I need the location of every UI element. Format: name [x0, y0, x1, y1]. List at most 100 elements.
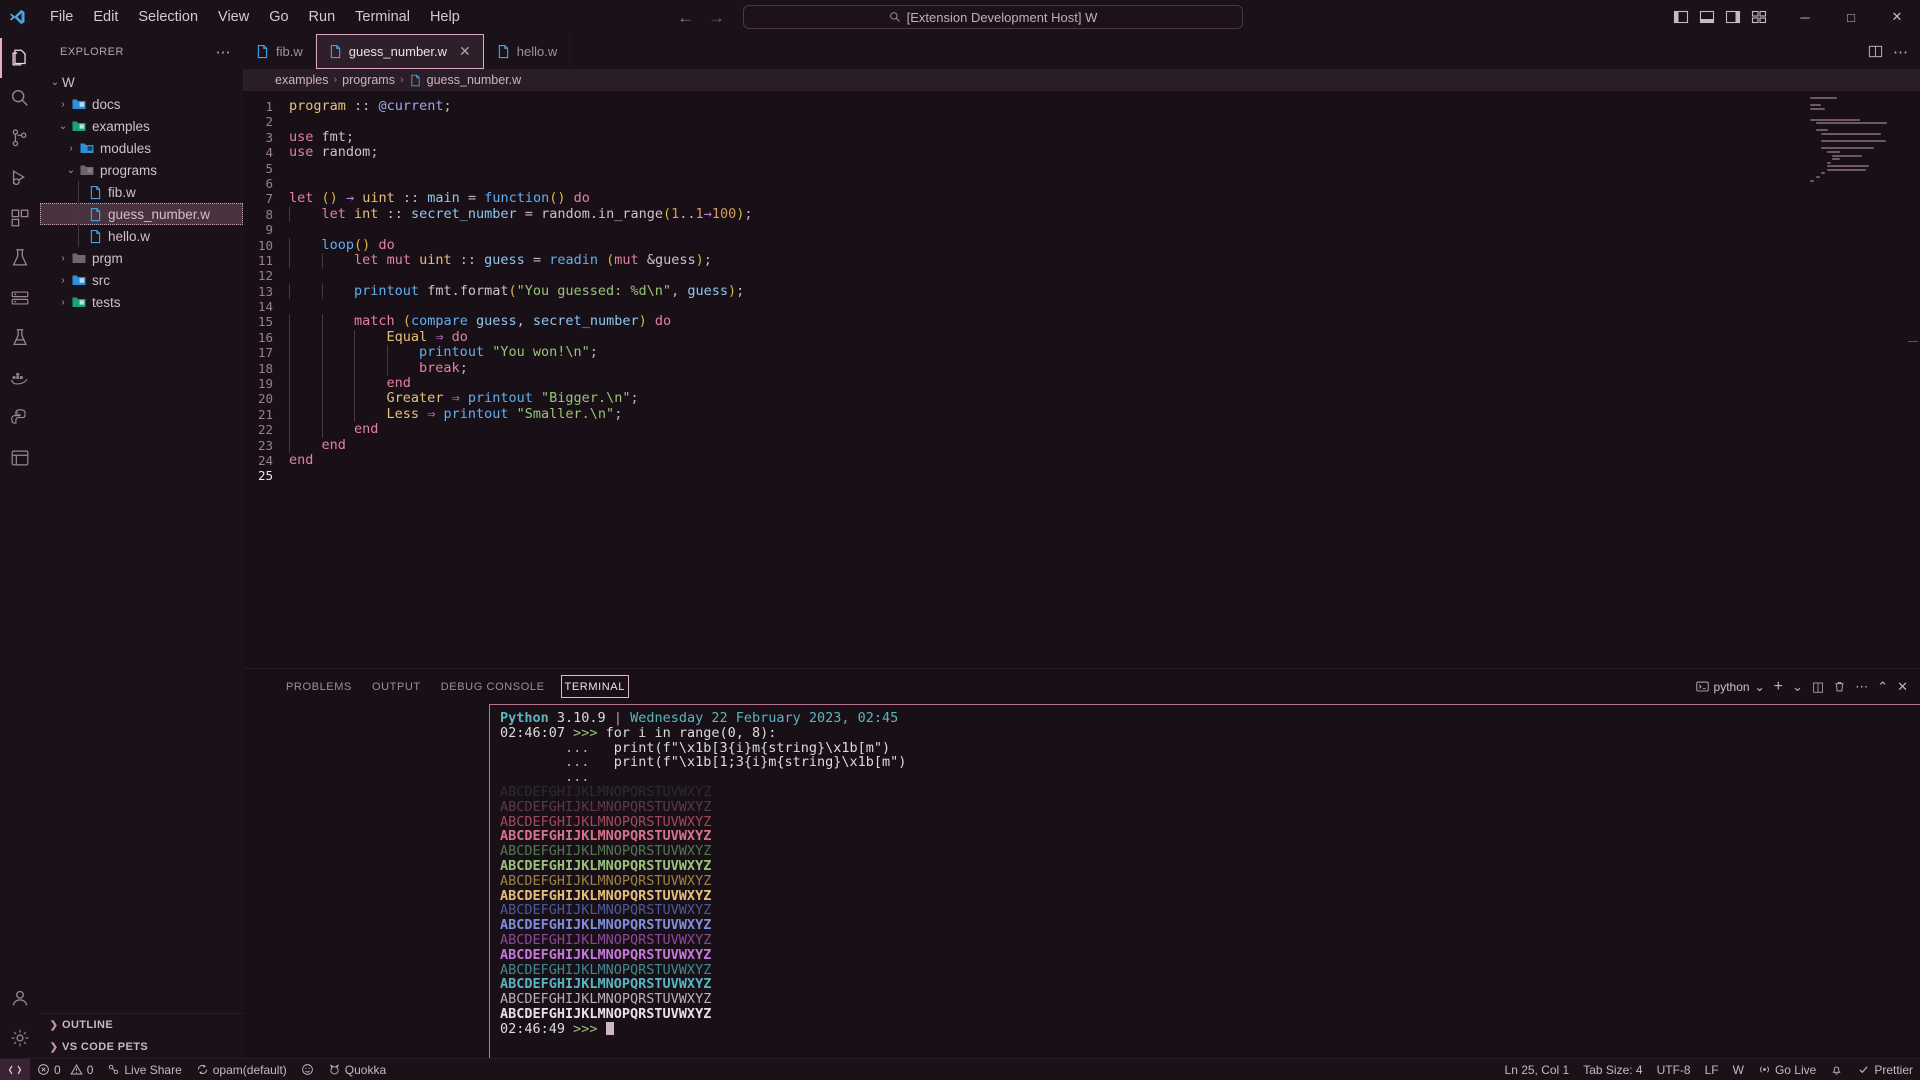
code-line[interactable]: 22 end: [243, 422, 1920, 438]
new-terminal-button[interactable]: +: [1774, 678, 1783, 696]
split-terminal-button[interactable]: ◫: [1812, 679, 1824, 695]
code-line[interactable]: 4 use random;: [243, 144, 1920, 160]
command-center[interactable]: [Extension Development Host] W: [743, 5, 1243, 29]
status-language-mode[interactable]: W: [1726, 1059, 1751, 1080]
minimize-button[interactable]: ─: [1782, 0, 1828, 34]
toggle-secondary-sidebar-icon[interactable]: [1722, 6, 1744, 28]
code-line[interactable]: 18 break;: [243, 360, 1920, 377]
tree-item-src[interactable]: › src: [40, 269, 243, 291]
code-line[interactable]: 19 end: [243, 375, 1920, 392]
panel-more-actions-button[interactable]: ⋯: [1855, 679, 1868, 695]
chevron-down-icon[interactable]: ⌄: [56, 121, 70, 132]
activity-settings[interactable]: [0, 1018, 40, 1058]
tab-debug-console[interactable]: DEBUG CONSOLE: [431, 669, 555, 704]
remote-indicator[interactable]: [0, 1058, 30, 1080]
kill-terminal-button[interactable]: [1833, 680, 1846, 693]
code-line[interactable]: 23 end: [243, 437, 1920, 453]
activity-extensions[interactable]: [0, 198, 40, 238]
code-line[interactable]: 12: [243, 268, 1920, 283]
chevron-right-icon[interactable]: ›: [56, 99, 70, 110]
toggle-primary-sidebar-icon[interactable]: [1670, 6, 1692, 28]
close-icon[interactable]: ✕: [459, 43, 471, 60]
more-actions-icon[interactable]: ⋯: [1893, 43, 1908, 61]
activity-testing[interactable]: [0, 238, 40, 278]
activity-remote-explorer[interactable]: [0, 278, 40, 318]
toggle-panel-icon[interactable]: [1696, 6, 1718, 28]
breadcrumb-item-file[interactable]: guess_number.w: [427, 73, 522, 87]
status-live-share[interactable]: Live Share: [100, 1059, 188, 1080]
tree-item-programs[interactable]: ⌄ programs: [40, 159, 243, 181]
status-opam[interactable]: opam(default): [189, 1059, 294, 1080]
section-vs-code-pets[interactable]: ❯ VS CODE PETS: [40, 1036, 243, 1058]
activity-docker[interactable]: [0, 358, 40, 398]
breadcrumb-item-examples[interactable]: examples: [275, 73, 329, 87]
chevron-right-icon[interactable]: ›: [56, 297, 70, 308]
menu-edit[interactable]: Edit: [83, 5, 128, 29]
tree-item-guess-number-w[interactable]: guess_number.w: [40, 203, 243, 225]
status-smiley[interactable]: [294, 1059, 321, 1080]
status-eol[interactable]: LF: [1698, 1059, 1726, 1080]
editor-tab-hello-w[interactable]: hello.w: [483, 34, 571, 69]
sidebar-more-actions-icon[interactable]: ⋯: [216, 43, 236, 61]
activity-python[interactable]: [0, 398, 40, 438]
tree-item-modules[interactable]: › modules: [40, 137, 243, 159]
code-line[interactable]: 2: [243, 114, 1920, 129]
code-line[interactable]: 10 loop() do: [243, 237, 1920, 253]
chevron-down-icon[interactable]: ⌄: [48, 77, 62, 88]
code-line[interactable]: 14: [243, 299, 1920, 314]
close-button[interactable]: ✕: [1874, 0, 1920, 34]
terminal-shell-selector[interactable]: python ⌄: [1695, 680, 1765, 694]
code-editor[interactable]: 1 program :: @current; 2 3 use fmt; 4 use rand…: [243, 91, 1920, 668]
tree-item-docs[interactable]: › docs: [40, 93, 243, 115]
code-line[interactable]: 17 printout "You won!\n";: [243, 345, 1920, 361]
tab-terminal[interactable]: TERMINAL: [555, 669, 635, 704]
status-encoding[interactable]: UTF-8: [1650, 1059, 1698, 1080]
arrow-right-icon[interactable]: →: [708, 9, 725, 26]
chevron-down-icon[interactable]: ⌄: [1792, 679, 1803, 695]
tree-item-hello-w[interactable]: hello.w: [40, 225, 243, 247]
breadcrumb-item-programs[interactable]: programs: [342, 73, 395, 87]
code-line[interactable]: 16 Equal ⇒ do: [243, 329, 1920, 346]
tab-problems[interactable]: PROBLEMS: [276, 669, 362, 704]
menu-view[interactable]: View: [208, 5, 259, 29]
code-line[interactable]: 8 let int :: secret_number = random.in_r…: [243, 206, 1920, 223]
activity-accounts[interactable]: [0, 978, 40, 1018]
code-line[interactable]: 3 use fmt;: [243, 129, 1920, 145]
minimap[interactable]: [1810, 97, 1906, 182]
chevron-right-icon[interactable]: ›: [64, 143, 78, 154]
code-line[interactable]: 13 printout fmt.format("You guessed: %d\…: [243, 283, 1920, 300]
code-line[interactable]: 1 program :: @current;: [243, 98, 1920, 114]
menu-run[interactable]: Run: [299, 5, 346, 29]
tree-item-prgm[interactable]: › prgm: [40, 247, 243, 269]
status-notifications[interactable]: [1823, 1059, 1850, 1080]
tree-item-examples[interactable]: ⌄ examples: [40, 115, 243, 137]
tree-item-fib-w[interactable]: fib.w: [40, 181, 243, 203]
activity-source-control[interactable]: [0, 118, 40, 158]
arrow-left-icon[interactable]: ←: [677, 9, 694, 26]
chevron-right-icon[interactable]: ›: [56, 253, 70, 264]
activity-search[interactable]: [0, 78, 40, 118]
chevron-down-icon[interactable]: ⌄: [64, 165, 78, 176]
code-line[interactable]: 11 let mut uint :: guess = readin (mut &…: [243, 252, 1920, 269]
section-outline[interactable]: ❯ OUTLINE: [40, 1014, 243, 1036]
status-quokka[interactable]: Quokka: [321, 1059, 393, 1080]
menu-file[interactable]: File: [40, 5, 83, 29]
activity-test-explorer[interactable]: [0, 318, 40, 358]
code-line[interactable]: 15 match (compare guess, secret_number) …: [243, 314, 1920, 330]
activity-project-manager[interactable]: [0, 438, 40, 478]
tree-item-tests[interactable]: › tests: [40, 291, 243, 313]
editor-tab-fib-w[interactable]: fib.w: [243, 34, 316, 69]
code-line[interactable]: 5: [243, 161, 1920, 176]
activity-run-debug[interactable]: [0, 158, 40, 198]
code-line[interactable]: 24 end: [243, 452, 1920, 468]
menu-terminal[interactable]: Terminal: [345, 5, 420, 29]
editor-tab-guess-number-w[interactable]: guess_number.w ✕: [315, 34, 484, 69]
code-line[interactable]: 6: [243, 176, 1920, 191]
menu-help[interactable]: Help: [420, 5, 470, 29]
code-line[interactable]: 21 Less ⇒ printout "Smaller.\n";: [243, 406, 1920, 423]
maximize-button[interactable]: □: [1828, 0, 1874, 34]
chevron-down-icon[interactable]: ⌄: [1755, 680, 1765, 694]
status-tab-size[interactable]: Tab Size: 4: [1576, 1059, 1649, 1080]
menu-go[interactable]: Go: [259, 5, 298, 29]
close-panel-button[interactable]: ✕: [1897, 679, 1908, 695]
